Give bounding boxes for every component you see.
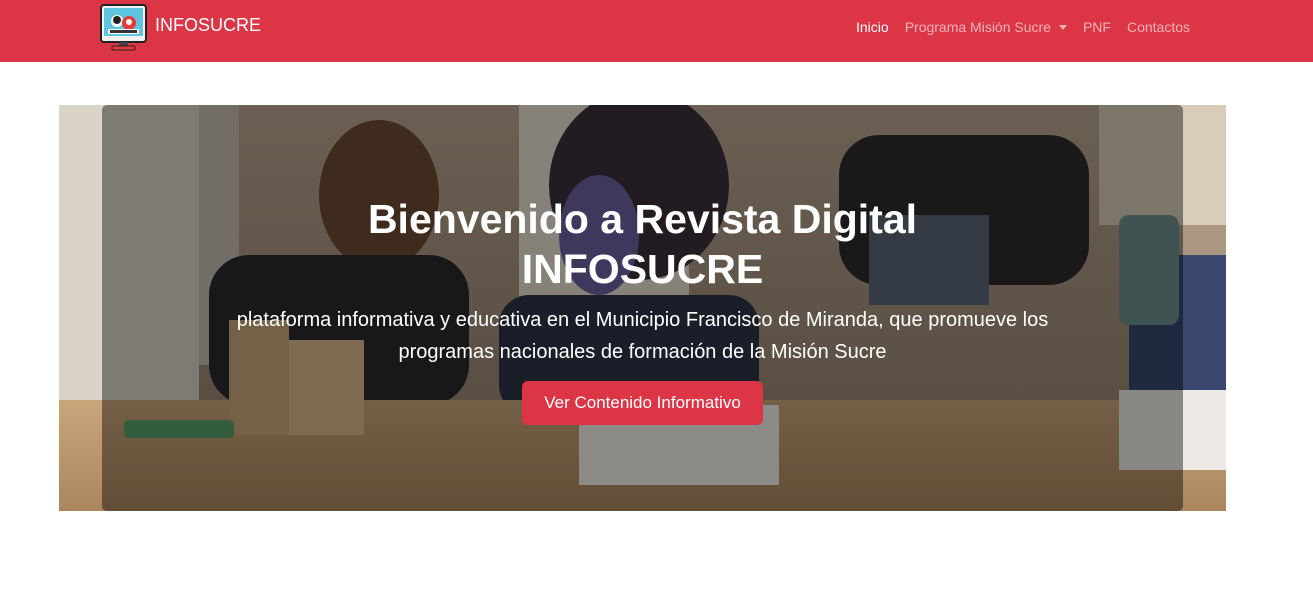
nav-item-label: Programa Misión Sucre bbox=[904, 19, 1051, 35]
nav-item-inicio[interactable]: Inicio bbox=[856, 19, 889, 35]
brand-name: INFOSUCRE bbox=[155, 15, 262, 35]
nav-item-contactos[interactable]: Contactos bbox=[1127, 19, 1190, 35]
hero-title-line: INFOSUCRE bbox=[521, 246, 764, 292]
brand-link[interactable]: INFOSUCRE bbox=[100, 3, 261, 53]
hero-title-line: Bienvenido a Revista Digital bbox=[367, 196, 918, 242]
ver-contenido-informativo-button[interactable]: Ver Contenido Informativo bbox=[522, 381, 763, 425]
hero-description-line: programas nacionales de formación de la … bbox=[398, 341, 887, 363]
caret-down-icon bbox=[1058, 24, 1067, 30]
nav-item-label: PNF bbox=[1082, 19, 1111, 35]
nav-item-label: Inicio bbox=[856, 19, 889, 35]
nav-item-pnf[interactable]: PNF bbox=[1083, 19, 1111, 35]
hero-description: plataforma informativa y educativa en el… bbox=[102, 304, 1183, 368]
main-nav: Inicio Programa Misión Sucre PNF Contact… bbox=[856, 17, 1206, 37]
nav-item-label: Contactos bbox=[1126, 19, 1191, 35]
nav-item-programa-mision-sucre-dropdown[interactable]: Programa Misión Sucre bbox=[905, 19, 1067, 35]
hero-banner: Bienvenido a Revista Digital INFOSUCRE p… bbox=[59, 105, 1226, 511]
computer-monitor-logo-icon bbox=[100, 4, 147, 51]
top-navbar: INFOSUCRE Inicio Programa Misión Sucre P… bbox=[0, 0, 1313, 62]
hero-description-line: plataforma informativa y educativa en el… bbox=[236, 309, 1049, 331]
hero-title: Bienvenido a Revista Digital INFOSUCRE bbox=[102, 194, 1183, 294]
